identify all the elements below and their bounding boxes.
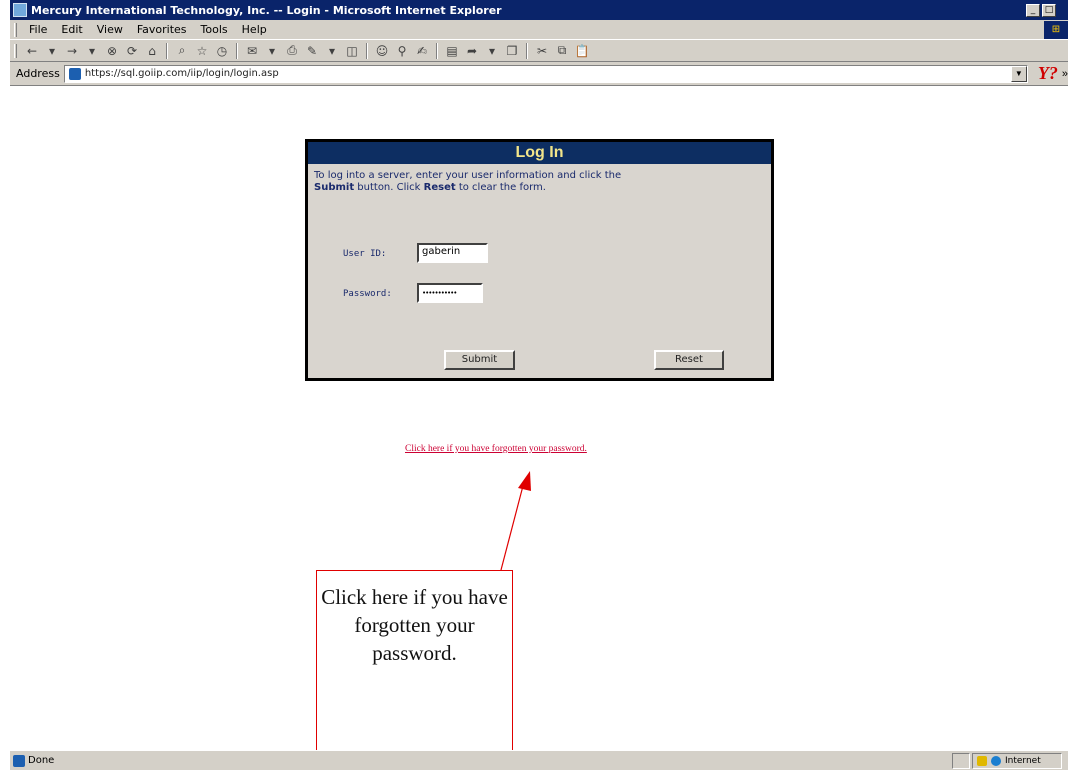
status-bar: Done Internet [10,750,1068,770]
login-instructions: To log into a server, enter your user in… [314,170,654,194]
mail-icon[interactable]: ✉ [243,43,261,59]
menu-view[interactable]: View [90,23,130,36]
scrollbar-edge[interactable] [1064,86,1068,750]
minimize-icon[interactable]: _ [1026,3,1040,17]
windows-logo-icon: ⊞ [1044,20,1068,39]
search-icon[interactable]: ⌕ [173,43,191,59]
security-zone[interactable]: Internet [972,752,1062,769]
lock-icon [977,755,987,766]
login-panel: Log In To log into a server, enter your … [305,139,774,381]
more-chevron[interactable]: » [1062,68,1068,80]
toolbar-separator [166,42,168,59]
toolbar-separator [436,42,438,59]
menu-file[interactable]: File [22,23,54,36]
menu-help[interactable]: Help [235,23,274,36]
address-label: Address [16,67,60,80]
dropdown-arrow-icon[interactable]: ▾ [83,43,101,59]
forgot-password-link[interactable]: Click here if you have forgotten your pa… [405,444,587,454]
toolbar-grip-icon[interactable] [14,43,17,58]
standard-toolbar: ← ▾ → ▾ ⊗ ⟳ ⌂ ⌕ ☆ ◷ ✉ ▾ ⎙ ✎ ▾ ◫ ☺ ⚲ ✍ ▤ … [10,40,1068,62]
zone-label: Internet [1005,755,1041,766]
submit-button[interactable]: Submit [444,350,515,370]
login-header: Log In [308,142,771,164]
edit-icon[interactable]: ✎ [303,43,321,59]
menu-grip-icon[interactable] [14,22,17,37]
print-icon[interactable]: ⎙ [283,43,301,59]
password-label: Password: [343,289,392,299]
toolbar-separator [526,42,528,59]
stop-icon[interactable]: ⊗ [103,43,121,59]
menu-edit[interactable]: Edit [54,23,89,36]
page-icon[interactable]: ▤ [443,43,461,59]
copy-icon[interactable]: ⧉ [553,43,571,59]
wordpad-icon[interactable]: ✍ [413,43,431,59]
forward-icon[interactable]: → [63,43,81,59]
internet-zone-icon [991,755,1001,766]
instructions-text-2: button. Click [354,182,424,193]
password-input[interactable]: ••••••••••• [417,283,483,303]
ie-app-icon [13,3,27,17]
window-title: Mercury International Technology, Inc. -… [31,3,502,17]
instructions-text-1: To log into a server, enter your user in… [314,170,622,181]
menu-favorites[interactable]: Favorites [130,23,194,36]
status-cell [952,752,970,769]
dropdown-arrow-icon[interactable]: ▾ [483,43,501,59]
instructions-reset-word: Reset [423,182,456,193]
user-id-input[interactable]: gaberin [417,243,488,263]
callout-box: Click here if you have forgotten your pa… [316,570,513,770]
favorites-icon[interactable]: ☆ [193,43,211,59]
yahoo-icon[interactable]: Y? [1038,63,1058,84]
dropdown-arrow-icon[interactable]: ▾ [323,43,341,59]
page-status-icon [13,754,25,767]
page-favicon-icon [68,67,81,80]
menu-bar: File Edit View Favorites Tools Help ⊞ [10,20,1068,40]
reset-button[interactable]: Reset [654,350,724,370]
status-text: Done [28,755,55,766]
cut-icon[interactable]: ✂ [533,43,551,59]
dropdown-arrow-icon[interactable]: ▾ [43,43,61,59]
home-icon[interactable]: ⌂ [143,43,161,59]
back-icon[interactable]: ← [23,43,41,59]
instructions-submit-word: Submit [314,182,355,193]
messenger-icon[interactable]: ☺ [373,43,391,59]
dropdown-arrow-icon[interactable]: ▾ [263,43,281,59]
send-icon[interactable]: ➦ [463,43,481,59]
toolbar-separator [236,42,238,59]
address-url[interactable]: https://sql.goiip.com/iip/login/login.as… [85,68,1011,79]
toolbar-separator [366,42,368,59]
discuss-icon[interactable]: ◫ [343,43,361,59]
menu-tools[interactable]: Tools [194,23,235,36]
paste-icon[interactable]: 📋 [573,43,591,59]
window-controls: _ □ [1026,3,1056,17]
instructions-text-3: to clear the form. [455,182,546,193]
address-bar: Address https://sql.goiip.com/iip/login/… [10,62,1068,86]
window-titlebar: Mercury International Technology, Inc. -… [10,0,1068,20]
user-id-label: User ID: [343,249,387,259]
research-icon[interactable]: ⚲ [393,43,411,59]
refresh-icon[interactable]: ⟳ [123,43,141,59]
address-input[interactable]: https://sql.goiip.com/iip/login/login.as… [63,64,1028,83]
history-icon[interactable]: ◷ [213,43,231,59]
maximize-icon[interactable]: □ [1042,3,1056,17]
page-viewport: Log In To log into a server, enter your … [10,86,1068,770]
login-body: To log into a server, enter your user in… [308,164,771,378]
address-dropdown-icon[interactable]: ▼ [1010,65,1027,82]
copy-page-icon[interactable]: ❐ [503,43,521,59]
